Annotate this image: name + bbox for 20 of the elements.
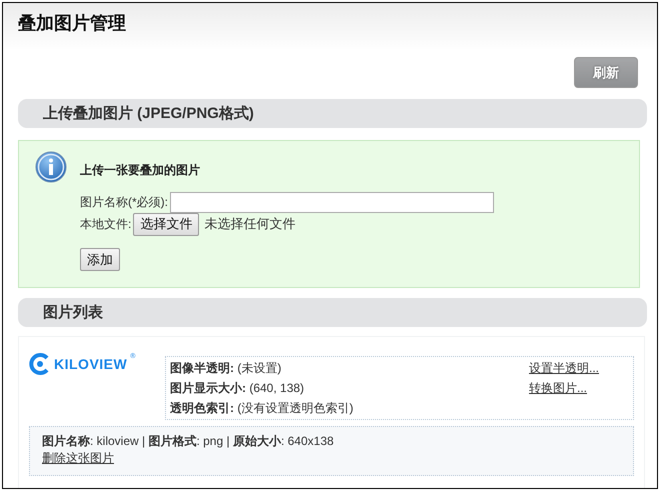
- property-text: 透明色索引: (没有设置透明色索引): [170, 400, 354, 417]
- file-status: 未选择任何文件: [204, 215, 296, 233]
- add-button[interactable]: 添加: [80, 248, 120, 271]
- action-link[interactable]: 转换图片...: [528, 380, 599, 397]
- property-text: 图像半透明: (未设置): [170, 360, 282, 377]
- choose-file-button[interactable]: 选择文件: [133, 212, 200, 236]
- thumbnail-text: KILOVIEW: [54, 356, 128, 372]
- field-label: 本地文件:: [80, 216, 132, 232]
- action-link[interactable]: 设置半透明...: [528, 360, 599, 377]
- delete-link[interactable]: 删除这张图片: [42, 451, 114, 465]
- ring-icon: [29, 353, 51, 375]
- field-label: 图片名称(*必须):: [80, 194, 168, 210]
- name-input-field[interactable]: [170, 192, 494, 212]
- info-icon: [35, 151, 67, 183]
- section-title: 图片列表: [43, 303, 103, 322]
- upload-intro: 上传一张要叠加的图片: [80, 162, 201, 179]
- page-title: 叠加图片管理: [18, 12, 127, 35]
- property-text: 图片显示大小: (640, 138): [170, 380, 306, 397]
- section-title: 上传叠加图片 (JPEG/PNG格式): [43, 104, 254, 123]
- summary-text: 图片名称: kiloview | 图片格式: png | 原始大小: 640x138: [42, 433, 335, 450]
